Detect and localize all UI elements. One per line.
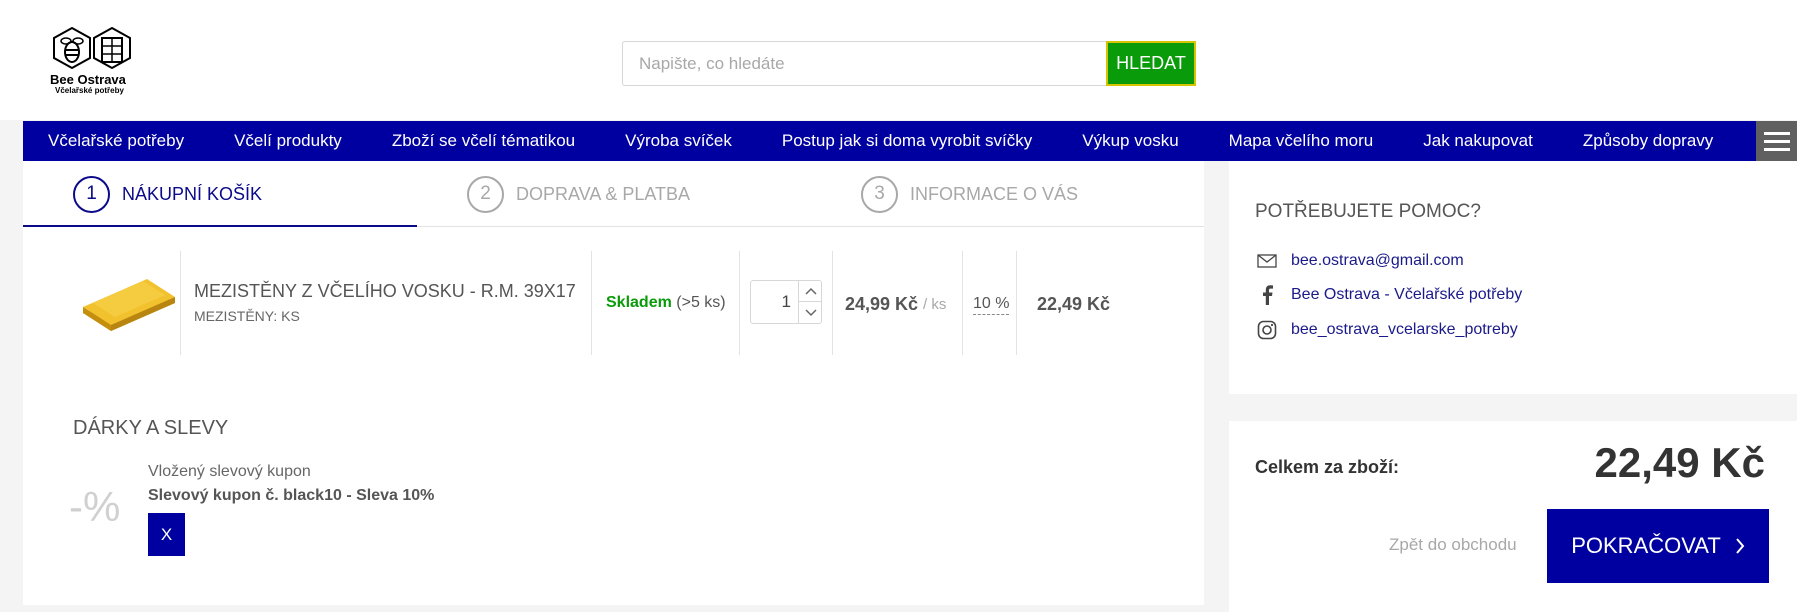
- help-title: POTŘEBUJETE POMOC?: [1255, 201, 1481, 222]
- instagram-icon: [1255, 318, 1279, 342]
- item-total-price: 22,49 Kč: [1037, 294, 1111, 314]
- nav-item-jak-nakupovat[interactable]: Jak nakupovat: [1398, 131, 1558, 151]
- continue-label: POKRAČOVAT: [1571, 533, 1721, 558]
- stock-quantity: (>5 ks): [676, 294, 726, 311]
- help-email-link[interactable]: bee.ostrava@gmail.com: [1291, 252, 1464, 270]
- discount-percent-icon: -%: [69, 483, 121, 530]
- logo-subtitle: Včelařské potřeby: [55, 86, 124, 95]
- help-panel: POTŘEBUJETE POMOC? bee.ostrava@gmail.com…: [1229, 161, 1797, 394]
- nav-item-postup-svicky[interactable]: Postup jak si doma vyrobit svíčky: [757, 131, 1057, 151]
- step-label: INFORMACE O VÁS: [910, 183, 1079, 204]
- quantity-increase-icon[interactable]: [798, 281, 822, 302]
- step-number: 1: [73, 175, 110, 213]
- site-logo[interactable]: Bee Ostrava Včelařské potřeby: [46, 26, 156, 98]
- step-number: 3: [861, 175, 898, 213]
- stock-label: Skladem: [606, 294, 672, 311]
- step-number: 2: [467, 175, 504, 213]
- help-instagram-link[interactable]: bee_ostrava_vcelarske_potreby: [1291, 321, 1518, 339]
- logo-name: Bee Ostrava: [50, 72, 126, 87]
- summary-total: 22,49 Kč: [1594, 439, 1765, 486]
- quantity-decrease-icon[interactable]: [798, 302, 822, 323]
- nav-item-zbozi-tematika[interactable]: Zboží se včelí tématikou: [367, 131, 600, 151]
- step-label: DOPRAVA & PLATBA: [516, 183, 691, 204]
- help-facebook[interactable]: Bee Ostrava - Včelařské potřeby: [1255, 283, 1522, 307]
- summary-label: Celkem za zboží:: [1255, 457, 1400, 477]
- hamburger-menu-icon[interactable]: [1756, 121, 1797, 161]
- nav-item-zpusoby-dopravy[interactable]: Způsoby dopravy: [1558, 131, 1738, 151]
- help-instagram[interactable]: bee_ostrava_vcelarske_potreby: [1255, 318, 1518, 342]
- beehive-logo-icon: [53, 26, 131, 70]
- remove-coupon-button[interactable]: X: [148, 513, 185, 556]
- nav-item-vcelarske-potreby[interactable]: Včelařské potřeby: [23, 131, 209, 151]
- nav-item-vyroba-svicek[interactable]: Výroba svíček: [600, 131, 757, 151]
- product-name[interactable]: MEZISTĚNY Z VČELÍHO VOSKU - R.M. 39X17: [194, 281, 576, 302]
- nav-item-mapa-moru[interactable]: Mapa včelího moru: [1204, 131, 1399, 151]
- step-label: NÁKUPNÍ KOŠÍK: [122, 183, 263, 204]
- quantity-stepper[interactable]: 1: [750, 280, 822, 324]
- active-step-underline: [23, 225, 417, 227]
- help-facebook-link[interactable]: Bee Ostrava - Včelařské potřeby: [1291, 286, 1522, 304]
- nav-item-vceli-produkty[interactable]: Včelí produkty: [209, 131, 367, 151]
- help-email[interactable]: bee.ostrava@gmail.com: [1255, 249, 1464, 273]
- product-variant: MEZISTĚNY: KS: [194, 308, 300, 324]
- search-button[interactable]: HLEDAT: [1106, 41, 1196, 86]
- discount-percent: 10 %: [973, 295, 1010, 315]
- site-header: Bee Ostrava Včelařské potřeby HLEDAT: [0, 0, 1797, 120]
- stock-status: Skladem (>5 ks): [606, 294, 726, 312]
- gifts-section-title: DÁRKY A SLEVY: [73, 417, 229, 439]
- coupon-label: Vložený slevový kupon: [148, 463, 311, 480]
- chevron-right-icon: [1736, 538, 1745, 554]
- product-image[interactable]: [79, 273, 177, 335]
- facebook-icon: [1255, 283, 1279, 307]
- quantity-input[interactable]: 1: [751, 281, 797, 323]
- step-customer-info[interactable]: 3 INFORMACE O VÁS: [861, 175, 1078, 213]
- continue-button[interactable]: POKRAČOVAT: [1547, 509, 1769, 583]
- unit-price: 24,99 Kč: [845, 294, 919, 314]
- step-shipping-payment[interactable]: 2 DOPRAVA & PLATBA: [467, 175, 690, 213]
- search-bar: HLEDAT: [622, 41, 1196, 86]
- envelope-icon: [1255, 249, 1279, 273]
- cart-item-row: MEZISTĚNY Z VČELÍHO VOSKU - R.M. 39X17 M…: [23, 251, 1204, 355]
- order-summary: Celkem za zboží: 22,49 Kč Zpět do obchod…: [1229, 421, 1797, 612]
- step-cart[interactable]: 1 NÁKUPNÍ KOŠÍK: [73, 175, 262, 213]
- coupon-name: Slevový kupon č. black10 - Sleva 10%: [148, 487, 435, 504]
- cart-panel: 1 NÁKUPNÍ KOŠÍK 2 DOPRAVA & PLATBA 3 INF…: [23, 161, 1204, 605]
- checkout-steps: 1 NÁKUPNÍ KOŠÍK 2 DOPRAVA & PLATBA 3 INF…: [23, 161, 1204, 227]
- search-input[interactable]: [622, 41, 1106, 86]
- main-nav: Včelařské potřeby Včelí produkty Zboží s…: [23, 121, 1797, 161]
- nav-item-vykup-vosku[interactable]: Výkup vosku: [1057, 131, 1203, 151]
- back-to-shop-link[interactable]: Zpět do obchodu: [1389, 535, 1517, 555]
- unit-label: / ks: [923, 296, 947, 313]
